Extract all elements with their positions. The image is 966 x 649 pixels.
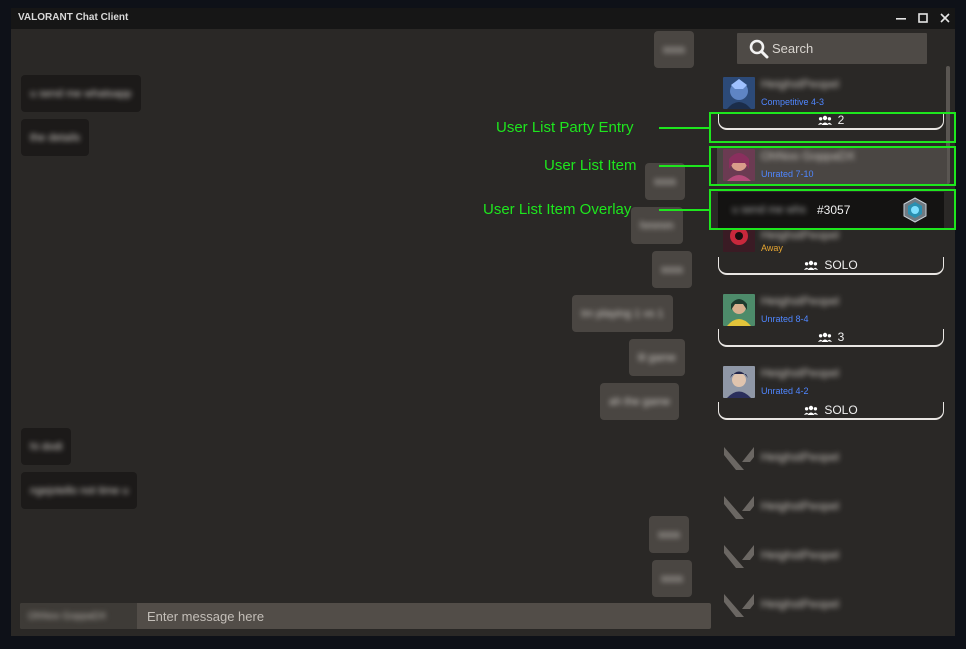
message-composer: OhNoo GoppaDX [20,603,711,629]
search-box[interactable] [737,33,927,64]
offline-user-item[interactable]: HeighstPeopel [717,538,947,578]
user-status: Away [761,243,783,253]
party-size: SOLO [824,403,858,417]
message-bubble-incoming: hi dodi [21,428,72,465]
search-input[interactable] [772,33,922,64]
message-bubble-incoming: u send me whatsapp [21,75,141,112]
user-status: Unrated 8-4 [761,314,809,324]
message-bubble-outgoing: hmmm [631,207,683,244]
user-list-item[interactable]: HeighstPeopel Unrated 4-2 [717,364,947,404]
message-bubble-outgoing: ah the game [600,383,680,420]
title-bar: VALORANT Chat Client [11,8,955,29]
message-bubble-outgoing: ssss [652,251,692,288]
user-name: HeighstPeopel [761,548,840,562]
party-size: 3 [837,330,845,344]
minimize-icon [896,18,906,20]
party-icon [804,405,819,415]
offline-user-item[interactable]: HeighstPeopel [717,587,947,627]
avatar [723,366,755,398]
valorant-logo-icon [724,447,754,470]
message-bubble-outgoing: ssss [645,163,685,200]
overlay-highlight [709,189,956,230]
message-bubble-outgoing: ssss [652,560,692,597]
message-bubble-outgoing: ssss [654,31,694,68]
close-icon [940,13,950,23]
sender-name: OhNoo GoppaDX [20,603,137,629]
party-entry: SOLO [718,402,944,420]
chat-client-window: VALORANT Chat Client ssss u send me what… [11,8,955,636]
user-name: HeighstPeopel [761,450,840,464]
message-bubble-outgoing: lil game [629,339,685,376]
user-status: Competitive 4-3 [761,97,825,107]
party-entry: 3 [718,329,944,347]
user-name: HeighstPeopel [761,228,840,242]
message-bubble-outgoing: Im playing 1 vs 1 [572,295,673,332]
party-entry-highlight [709,112,956,143]
offline-user-item[interactable]: HeighstPeopel [717,440,947,480]
close-button[interactable] [935,9,955,27]
annotation-list-item: User List Item [544,157,637,174]
list-item-highlight [709,146,956,186]
offline-user-item[interactable]: HeighstPeopel [717,489,947,529]
maximize-button[interactable] [913,9,933,27]
party-entry: SOLO [718,257,944,275]
user-name: HeighstPeopel [761,499,840,513]
annotation-list-item-overlay: User List Item Overlay [483,201,632,218]
message-bubble-incoming: ngejotello not time u [21,472,138,509]
annotation-party-entry: User List Party Entry [496,119,634,136]
user-name: HeighstPeopel [761,294,840,308]
message-input[interactable] [137,603,711,629]
avatar [723,77,755,109]
user-name: HeighstPeopel [761,77,840,91]
maximize-icon [918,13,928,23]
annotation-leader-line [659,209,709,211]
party-size: SOLO [824,258,858,272]
valorant-logo-icon [724,545,754,568]
message-bubble-outgoing: ssss [649,516,689,553]
valorant-logo-icon [724,594,754,617]
search-icon [749,39,769,59]
user-list-item[interactable]: HeighstPeopel Competitive 4-3 [717,75,947,115]
window-title: VALORANT Chat Client [18,12,129,23]
user-name: HeighstPeopel [761,366,840,380]
valorant-logo-icon [724,496,754,519]
party-icon [817,332,832,342]
message-bubble-incoming: the details [21,119,90,156]
annotation-leader-line [659,127,709,129]
annotation-leader-line [659,165,709,167]
user-list-item[interactable]: HeighstPeopel Unrated 8-4 [717,292,947,332]
party-icon [804,260,819,270]
user-name: HeighstPeopel [761,597,840,611]
user-status: Unrated 4-2 [761,386,809,396]
avatar [723,294,755,326]
minimize-button[interactable] [891,9,911,27]
